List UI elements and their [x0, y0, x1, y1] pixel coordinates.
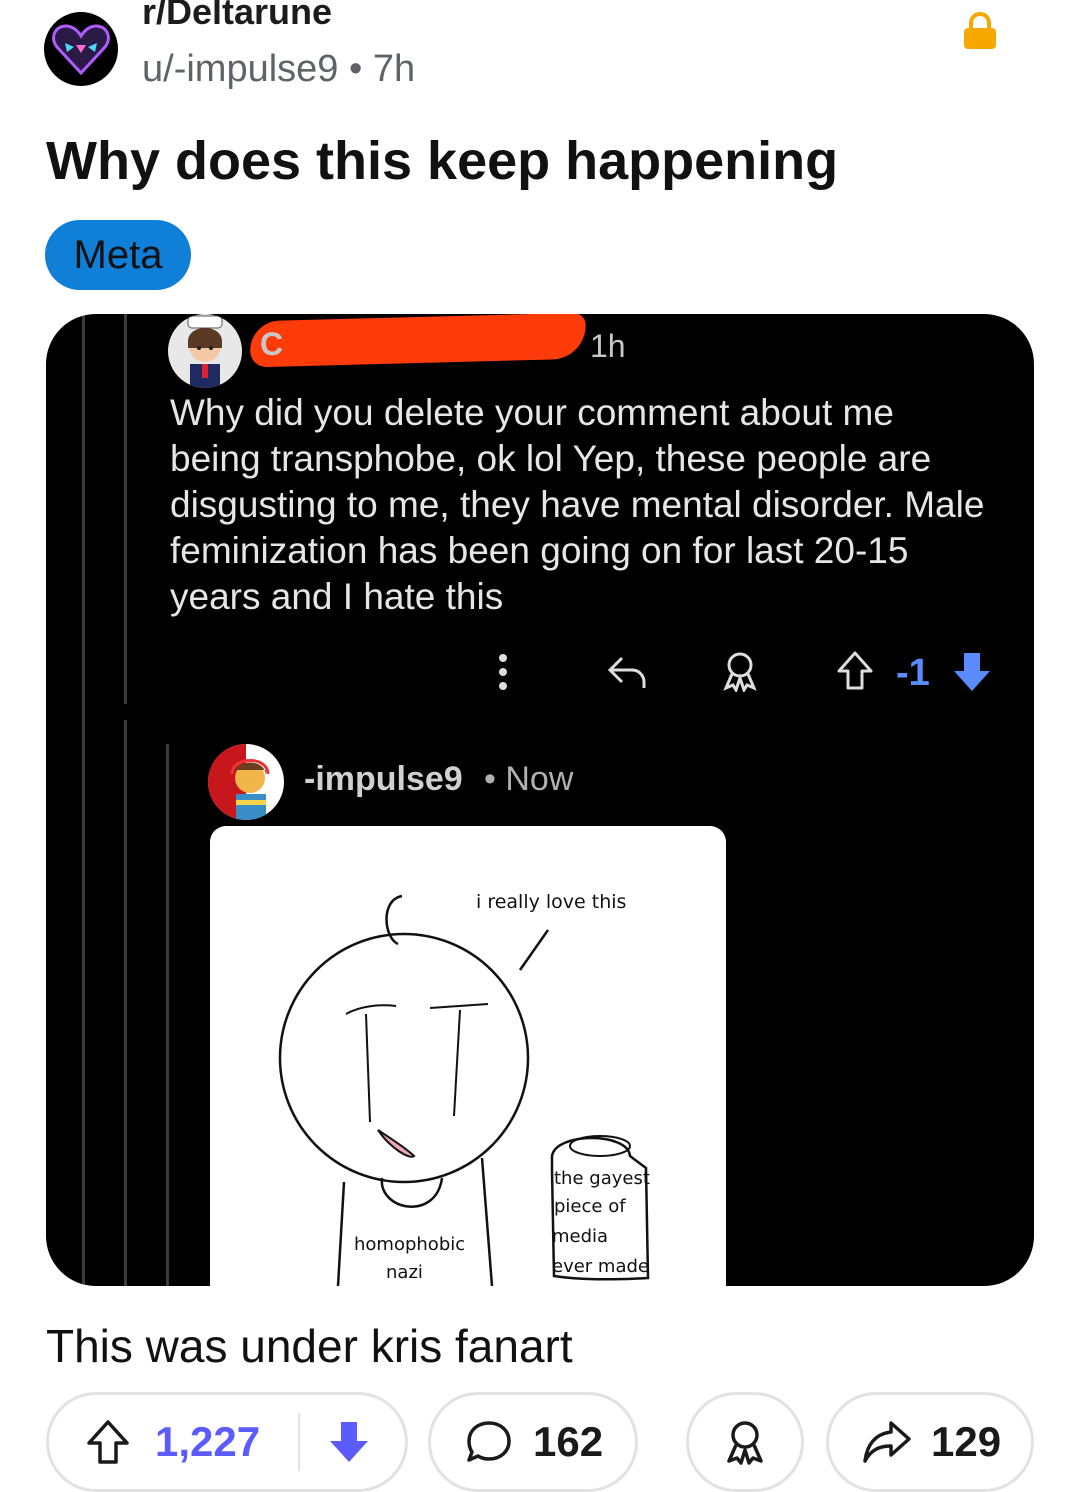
- speech-text: i really love this: [476, 891, 626, 913]
- sign-text-line4: ever made: [552, 1256, 649, 1277]
- sign-text-line3: media: [552, 1226, 608, 1247]
- reply-time: • Now: [484, 760, 574, 798]
- replier-avatar[interactable]: [208, 744, 284, 820]
- post-flair[interactable]: Meta: [45, 220, 191, 290]
- share-count: 129: [931, 1418, 1002, 1465]
- post-image[interactable]: C 1h Why did you delete your comment abo…: [46, 314, 1034, 1286]
- replier-username[interactable]: -impulse9: [304, 760, 463, 799]
- share-button[interactable]: 129: [826, 1392, 1034, 1492]
- subreddit-name[interactable]: r/Deltarune: [142, 0, 332, 34]
- thread-line: [166, 744, 169, 1286]
- avatar-icon: [208, 744, 270, 820]
- commenter-username[interactable]: C: [260, 326, 283, 363]
- share-icon: [863, 1421, 911, 1463]
- more-options-icon[interactable]: [492, 652, 514, 692]
- downvote-icon[interactable]: [326, 1418, 372, 1466]
- sign-text-line1: the gayest: [554, 1168, 650, 1189]
- comment-text: Why did you delete your comment about me…: [170, 392, 985, 617]
- commenter-avatar[interactable]: [168, 314, 242, 388]
- thread-line: [124, 720, 127, 1286]
- thread-line: [124, 314, 127, 704]
- post-body: This was under kris fanart: [46, 1320, 573, 1372]
- award-icon[interactable]: [720, 650, 760, 692]
- heart-icon: [52, 24, 110, 75]
- thread-line: [82, 314, 85, 1286]
- comment-time: 1h: [590, 328, 626, 364]
- shirt-text-line2: nazi: [386, 1262, 423, 1283]
- redaction-mark: [249, 314, 587, 368]
- downvote-icon[interactable]: [952, 650, 992, 694]
- stick-figure-drawing: i really love this homophobic nazi the g…: [278, 891, 650, 1286]
- post-header: r/Deltarune u/-impulse9 • 7h: [0, 0, 1080, 110]
- vote-pill: 1,227: [46, 1392, 408, 1492]
- award-button[interactable]: [686, 1392, 804, 1492]
- post-byline[interactable]: u/-impulse9 • 7h: [142, 46, 415, 92]
- sign-text-line2: piece of: [554, 1196, 626, 1217]
- lock-icon: [964, 12, 996, 49]
- post-title: Why does this keep happening: [46, 131, 839, 191]
- vote-divider: [298, 1413, 301, 1471]
- avatar-icon: [187, 315, 223, 388]
- comment-icon: [467, 1421, 511, 1462]
- comments-button[interactable]: 162: [428, 1392, 638, 1492]
- reply-icon[interactable]: [606, 652, 648, 692]
- shirt-text-line1: homophobic: [354, 1234, 465, 1255]
- comment-count: 162: [533, 1418, 604, 1465]
- reply-drawing[interactable]: i really love this homophobic nazi the g…: [210, 826, 726, 1286]
- upvote-icon[interactable]: [836, 650, 874, 692]
- award-icon: [727, 1421, 763, 1465]
- upvote-count: 1,227: [155, 1418, 261, 1465]
- comment-score: -1: [896, 652, 930, 694]
- upvote-icon[interactable]: [85, 1418, 131, 1466]
- subreddit-avatar[interactable]: [44, 12, 118, 86]
